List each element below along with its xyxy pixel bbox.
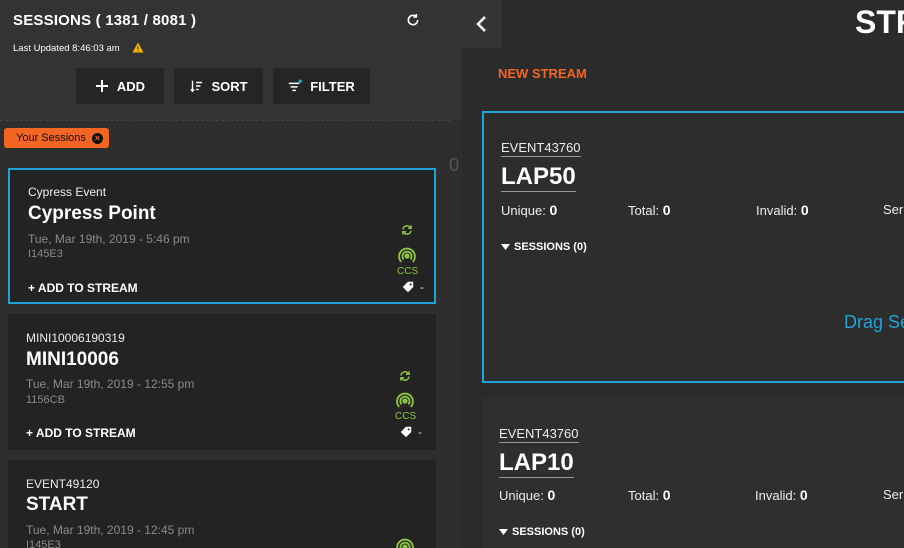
stat-label: Unique: — [501, 203, 546, 218]
app-root: SESSIONS ( 1381 / 8081 ) Last Updated 8:… — [0, 0, 904, 548]
tag-value: - — [418, 425, 422, 439]
sessions-toggle[interactable]: SESSIONS (0) — [499, 526, 585, 538]
drag-hint: Drag Se — [844, 312, 904, 332]
stream-card[interactable]: EVENT43760 LAP50 Unique: 0 Total: 0 Inva… — [482, 111, 904, 383]
sessions-toggle-label: SESSIONS (0) — [514, 241, 587, 253]
stat-value: 0 — [662, 202, 671, 218]
stat-label: Total: — [628, 203, 660, 218]
stream-event[interactable]: EVENT43760 — [499, 426, 579, 443]
chevron-left-icon — [476, 16, 486, 32]
stat-label: Invalid: — [755, 488, 797, 503]
broadcast-icon — [396, 538, 414, 548]
header-divider — [0, 120, 450, 121]
tag-icon[interactable] — [401, 280, 415, 294]
stat-label: Unique: — [499, 488, 544, 503]
stat-invalid: Invalid: 0 — [756, 202, 809, 218]
stat-value: 0 — [547, 487, 556, 503]
caret-down-icon — [499, 529, 508, 535]
warning-icon — [132, 42, 144, 53]
page-title: SESSIONS ( 1381 / 8081 ) — [13, 12, 197, 29]
caret-down-icon — [501, 244, 510, 250]
sessions-toggle-label: SESSIONS (0) — [512, 526, 585, 538]
sessions-panel: SESSIONS ( 1381 / 8081 ) Last Updated 8:… — [0, 0, 462, 548]
filter-icon — [289, 79, 303, 92]
new-stream-link[interactable]: NEW STREAM — [498, 66, 587, 81]
stat-label: Total: — [628, 488, 660, 503]
stat-value: 0 — [549, 202, 558, 218]
session-event: EVENT49120 — [26, 477, 100, 491]
filter-button-label: FILTER — [310, 78, 355, 94]
session-id: I145E3 — [26, 539, 61, 548]
session-name: Cypress Point — [28, 203, 156, 224]
session-event: MINI10006190319 — [26, 331, 125, 345]
ccs-label: CCS — [397, 266, 419, 277]
stat-value: 0 — [799, 487, 808, 503]
stream-card[interactable]: EVENT43760 LAP10 Unique: 0 Total: 0 Inva… — [482, 398, 904, 548]
sync-icon — [400, 371, 410, 381]
add-to-stream-link[interactable]: + ADD TO STREAM — [28, 281, 138, 295]
collapse-button[interactable] — [462, 0, 502, 48]
sort-button-label: SORT — [211, 78, 248, 94]
session-name: START — [26, 494, 88, 515]
session-card[interactable]: Cypress Event Cypress Point Tue, Mar 19t… — [8, 168, 436, 304]
last-updated: Last Updated 8:46:03 am — [13, 43, 120, 54]
tag-value: - — [420, 280, 424, 294]
plus-icon — [95, 80, 108, 92]
sessions-header: SESSIONS ( 1381 / 8081 ) Last Updated 8:… — [0, 0, 462, 120]
sessions-toggle[interactable]: SESSIONS (0) — [501, 241, 587, 253]
session-name: MINI10006 — [26, 349, 119, 370]
stat-total: Total: 0 — [628, 487, 671, 503]
session-event: Cypress Event — [28, 185, 107, 199]
sort-icon — [190, 80, 203, 93]
stat-unique: Unique: 0 — [499, 487, 555, 503]
session-card[interactable]: EVENT49120 START Tue, Mar 19th, 2019 - 1… — [8, 460, 436, 548]
stream-name[interactable]: LAP50 — [501, 163, 576, 192]
session-date: Tue, Mar 19th, 2019 - 12:55 pm — [26, 377, 195, 391]
stat-ser: Ser — [883, 487, 904, 502]
scroll-indicator[interactable]: 0 — [449, 155, 459, 176]
streams-title: STR — [855, 4, 904, 40]
session-date: Tue, Mar 19th, 2019 - 5:46 pm — [28, 232, 190, 246]
add-button-label: ADD — [116, 78, 146, 94]
ccs-label: CCS — [395, 411, 417, 422]
stat-ser: Ser — [883, 202, 904, 217]
stat-value: 0 — [662, 487, 671, 503]
add-to-stream-link[interactable]: + ADD TO STREAM — [26, 426, 136, 440]
session-id: I145E3 — [28, 248, 63, 260]
sort-button[interactable]: SORT — [174, 68, 263, 104]
refresh-icon[interactable] — [405, 12, 421, 28]
stat-label: Invalid: — [756, 203, 798, 218]
stat-value: 0 — [800, 202, 809, 218]
stat-unique: Unique: 0 — [501, 202, 557, 218]
stat-invalid: Invalid: 0 — [755, 487, 808, 503]
filter-button[interactable]: FILTER — [273, 68, 370, 104]
filter-chip[interactable]: Your Sessions × — [4, 128, 109, 148]
tag-icon[interactable] — [399, 425, 413, 439]
add-button[interactable]: ADD — [76, 68, 164, 104]
session-id: 1156CB — [26, 394, 65, 406]
stat-total: Total: 0 — [628, 202, 671, 218]
stream-event[interactable]: EVENT43760 — [501, 140, 581, 157]
session-card[interactable]: MINI10006190319 MINI10006 Tue, Mar 19th,… — [8, 314, 436, 450]
stream-name[interactable]: LAP10 — [499, 449, 574, 478]
session-date: Tue, Mar 19th, 2019 - 12:45 pm — [26, 523, 195, 537]
broadcast-icon — [396, 392, 414, 408]
filter-chip-label: Your Sessions — [16, 132, 86, 144]
close-icon[interactable]: × — [91, 132, 103, 144]
sync-icon — [402, 225, 412, 235]
broadcast-icon — [398, 247, 416, 263]
